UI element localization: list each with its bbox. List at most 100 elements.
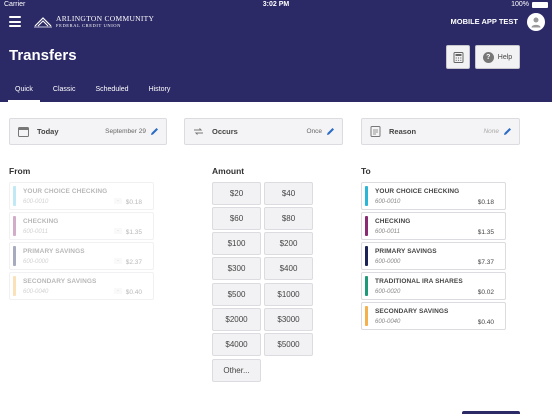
account-name: SECONDARY SAVINGS bbox=[23, 278, 97, 285]
amount-button[interactable]: $40 bbox=[264, 182, 313, 205]
account-number: 600-0011 bbox=[375, 229, 400, 235]
to-account[interactable]: TRADITIONAL IRA SHARES 600-0020 $0.02 bbox=[361, 272, 506, 300]
occurs-selector[interactable]: Occurs Once bbox=[184, 118, 343, 145]
reason-field[interactable]: Reason None bbox=[361, 118, 520, 145]
battery-percent: 100% bbox=[511, 1, 529, 8]
account-color-bar bbox=[365, 186, 368, 206]
account-name: CHECKING bbox=[23, 218, 59, 225]
account-balance: $0.18 bbox=[477, 199, 494, 206]
battery-indicator: 100% bbox=[511, 1, 548, 8]
account-balance: $7.37 bbox=[477, 259, 494, 266]
amount-button[interactable]: $20 bbox=[212, 182, 261, 205]
account-number: 600-0011 bbox=[23, 229, 48, 235]
amount-button[interactable]: $2000 bbox=[212, 308, 261, 331]
transfer-form: Today September 29 Occurs Once Reason No… bbox=[0, 102, 552, 414]
from-account[interactable]: SECONDARY SAVINGS 600-0040 - $0.40 bbox=[9, 272, 154, 300]
amount-button[interactable]: $200 bbox=[264, 232, 313, 255]
account-color-bar bbox=[365, 216, 368, 236]
menu-icon[interactable] bbox=[9, 16, 21, 27]
account-dash: - bbox=[114, 288, 122, 294]
help-label: Help bbox=[497, 53, 513, 61]
account-color-bar bbox=[13, 216, 16, 236]
tab-quick[interactable]: Quick bbox=[8, 84, 40, 102]
amount-button[interactable]: $5000 bbox=[264, 333, 313, 356]
account-name: YOUR CHOICE CHECKING bbox=[23, 188, 108, 195]
question-icon: ? bbox=[482, 51, 494, 63]
tab-scheduled[interactable]: Scheduled bbox=[88, 84, 135, 102]
avatar[interactable] bbox=[527, 13, 545, 31]
account-dash: - bbox=[114, 228, 122, 234]
user-icon bbox=[531, 17, 541, 28]
account-name: PRIMARY SAVINGS bbox=[23, 248, 85, 255]
reason-label: Reason bbox=[389, 127, 417, 136]
account-name: YOUR CHOICE CHECKING bbox=[375, 188, 460, 195]
occurs-label: Occurs bbox=[212, 127, 238, 136]
date-value: September 29 bbox=[105, 128, 146, 135]
from-account[interactable]: YOUR CHOICE CHECKING 600-0010 - $0.18 bbox=[9, 182, 154, 210]
to-account[interactable]: SECONDARY SAVINGS 600-0040 $0.40 bbox=[361, 302, 506, 330]
from-account[interactable]: CHECKING 600-0011 - $1.35 bbox=[9, 212, 154, 240]
from-account[interactable]: PRIMARY SAVINGS 600-0000 - $2.37 bbox=[9, 242, 154, 270]
to-account[interactable]: YOUR CHOICE CHECKING 600-0010 $0.18 bbox=[361, 182, 506, 210]
account-number: 600-0000 bbox=[23, 259, 49, 265]
account-balance: $2.37 bbox=[125, 259, 142, 266]
clock: 3:02 PM bbox=[262, 1, 290, 8]
account-name: CHECKING bbox=[375, 218, 411, 225]
account-number: 600-0040 bbox=[23, 289, 49, 295]
to-title: To bbox=[361, 166, 371, 176]
account-number: 600-0020 bbox=[375, 289, 401, 295]
logo-line-2: FEDERAL CREDIT UNION bbox=[56, 23, 121, 28]
note-icon bbox=[370, 126, 381, 137]
account-number: 600-0040 bbox=[375, 319, 401, 325]
to-account[interactable]: PRIMARY SAVINGS 600-0000 $7.37 bbox=[361, 242, 506, 270]
amount-title: Amount bbox=[212, 166, 245, 176]
tab-classic[interactable]: Classic bbox=[46, 84, 83, 102]
battery-icon bbox=[532, 1, 548, 8]
account-balance: $1.35 bbox=[125, 229, 142, 236]
edit-icon bbox=[151, 128, 158, 135]
app-header: ARLINGTON COMMUNITY FEDERAL CREDIT UNION… bbox=[0, 11, 552, 102]
amount-button[interactable]: $100 bbox=[212, 232, 261, 255]
logo-line-1: ARLINGTON COMMUNITY bbox=[56, 14, 155, 23]
other-amount-button[interactable]: Other... bbox=[212, 359, 261, 382]
status-bar: Carrier 3:02 PM 100% bbox=[0, 0, 552, 11]
edit-icon bbox=[327, 128, 334, 135]
reason-placeholder: None bbox=[483, 128, 499, 135]
calendar-icon bbox=[18, 127, 29, 137]
account-number: 600-0010 bbox=[375, 199, 401, 205]
amount-button[interactable]: $80 bbox=[264, 207, 313, 230]
account-name: PRIMARY SAVINGS bbox=[375, 248, 437, 255]
account-balance: $0.02 bbox=[477, 289, 494, 296]
account-dash: - bbox=[114, 258, 122, 264]
amount-button[interactable]: $1000 bbox=[264, 283, 313, 306]
amount-button[interactable]: $500 bbox=[212, 283, 261, 306]
account-color-bar bbox=[365, 276, 368, 296]
to-account[interactable]: CHECKING 600-0011 $1.35 bbox=[361, 212, 506, 240]
account-balance: $0.40 bbox=[477, 319, 494, 326]
transfer-tabs: Quick Classic Scheduled History bbox=[8, 84, 183, 102]
account-color-bar bbox=[13, 276, 16, 296]
page-title: Transfers bbox=[9, 47, 77, 64]
account-balance: $1.35 bbox=[477, 229, 494, 236]
account-balance: $0.40 bbox=[125, 289, 142, 296]
account-balance: $0.18 bbox=[125, 199, 142, 206]
account-number: 600-0010 bbox=[23, 199, 49, 205]
help-button[interactable]: ? Help bbox=[475, 45, 520, 69]
date-label: Today bbox=[37, 127, 59, 136]
account-color-bar bbox=[13, 186, 16, 206]
amount-button[interactable]: $300 bbox=[212, 257, 261, 280]
credit-union-logo: ARLINGTON COMMUNITY FEDERAL CREDIT UNION bbox=[34, 15, 154, 29]
amount-button[interactable]: $60 bbox=[212, 207, 261, 230]
amount-button[interactable]: $400 bbox=[264, 257, 313, 280]
account-name: TRADITIONAL IRA SHARES bbox=[375, 278, 463, 285]
date-selector[interactable]: Today September 29 bbox=[9, 118, 167, 145]
account-color-bar bbox=[13, 246, 16, 266]
calculator-icon bbox=[453, 51, 463, 63]
edit-icon bbox=[504, 128, 511, 135]
tab-history[interactable]: History bbox=[142, 84, 178, 102]
account-color-bar bbox=[365, 246, 368, 266]
amount-button[interactable]: $4000 bbox=[212, 333, 261, 356]
amount-button[interactable]: $3000 bbox=[264, 308, 313, 331]
calculator-button[interactable] bbox=[446, 45, 470, 69]
account-number: 600-0000 bbox=[375, 259, 401, 265]
